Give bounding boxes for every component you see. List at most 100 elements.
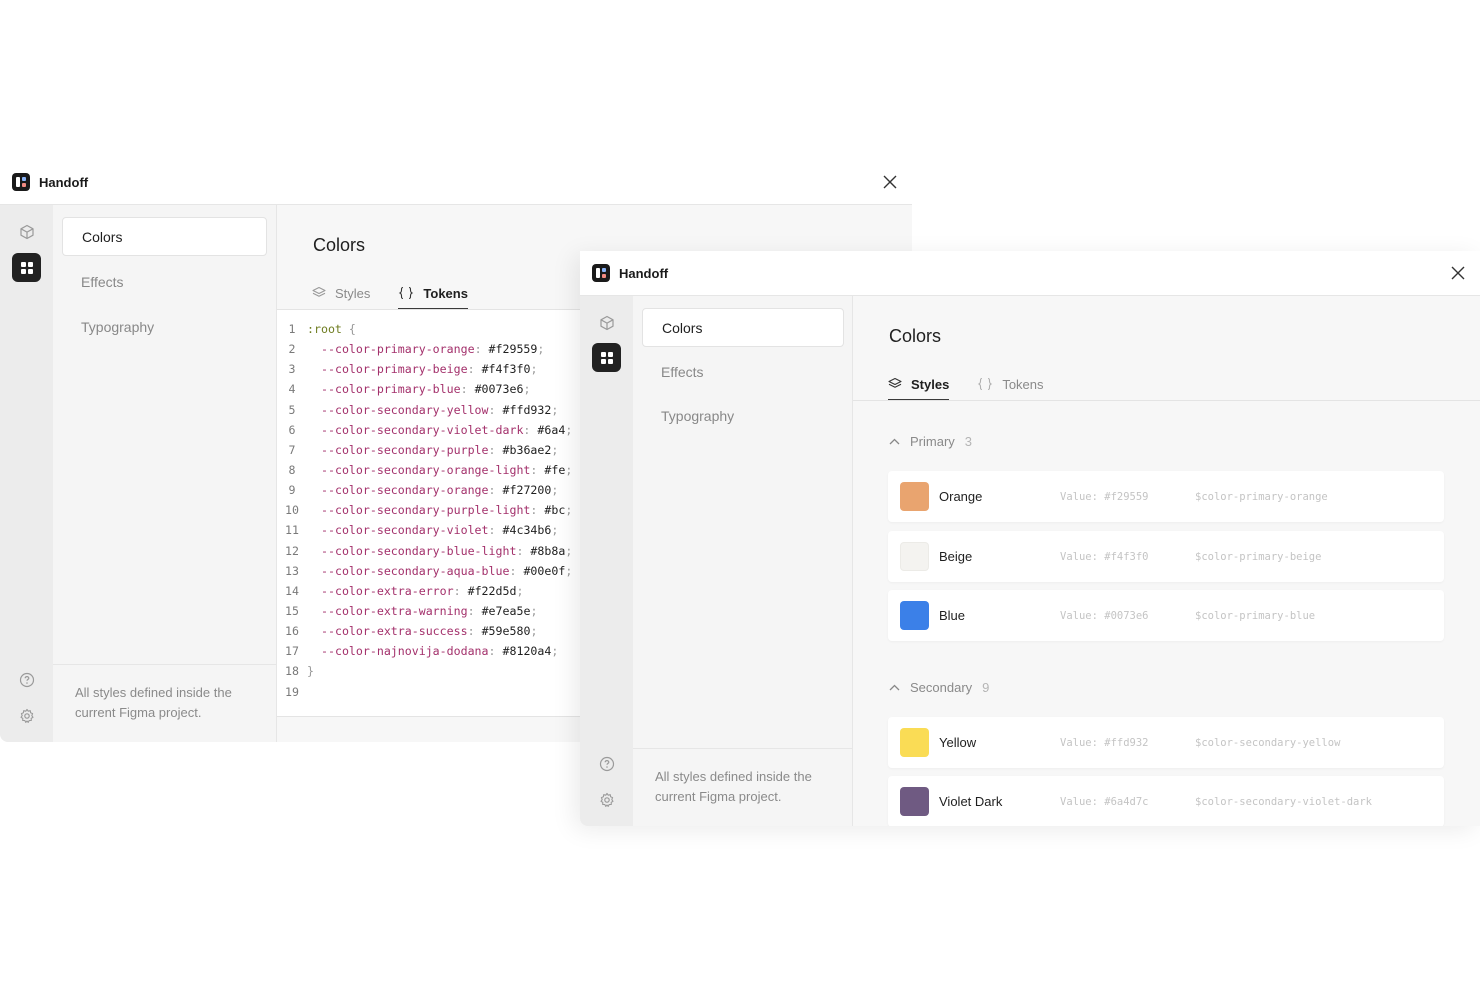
components-button[interactable]	[12, 217, 41, 246]
color-value: Value: #f4f3f0	[1060, 550, 1149, 563]
nav-item-effects[interactable]: Effects	[642, 352, 847, 391]
line-number: 15	[285, 603, 299, 618]
color-variable: $color-primary-beige	[1195, 550, 1322, 563]
settings-button[interactable]	[592, 785, 621, 814]
group-secondary-toggle[interactable]: Secondary 9	[889, 680, 989, 695]
icon-rail	[580, 296, 633, 826]
css-value: #8120a4	[502, 644, 552, 659]
line-number: 11	[285, 523, 299, 538]
css-value: #0073e6	[474, 382, 524, 397]
css-property: --color-extra-success	[321, 624, 468, 639]
css-value: #e7ea5e	[481, 603, 531, 618]
css-property: --color-secondary-violet-dark	[321, 422, 524, 437]
css-property: --color-secondary-violet	[321, 523, 489, 538]
code-text: :root {	[307, 319, 356, 339]
title-bar: Handoff	[580, 251, 1480, 296]
layers-icon	[888, 377, 902, 388]
nav-item-effects[interactable]: Effects	[62, 262, 267, 301]
screenshot-canvas: Handoff Colors Effects Typography All st…	[0, 0, 1480, 987]
code-text: --color-secondary-orange-light: #fe;	[321, 462, 573, 477]
tab-tokens[interactable]: Tokens	[977, 368, 1044, 400]
line-number: 12	[285, 543, 299, 558]
line-number: 9	[288, 483, 296, 498]
nav-item-colors[interactable]: Colors	[62, 217, 267, 256]
css-value: #f29559	[488, 342, 538, 357]
nav-item-typography[interactable]: Typography	[642, 396, 847, 435]
color-swatch	[900, 542, 929, 571]
css-property: --color-primary-beige	[321, 362, 468, 377]
close-button[interactable]	[880, 172, 900, 192]
tab-tokens[interactable]: Tokens	[398, 277, 468, 310]
css-property: --color-secondary-blue-light	[321, 543, 517, 558]
gear-icon	[19, 708, 34, 723]
css-property: --color-secondary-orange	[321, 483, 489, 498]
handoff-logo-icon	[12, 173, 30, 191]
code-text: --color-najnovija-dodana: #8120a4;	[321, 644, 559, 659]
code-text: --color-primary-beige: #f4f3f0;	[321, 362, 538, 377]
code-text: --color-secondary-purple: #b36ae2;	[321, 442, 559, 457]
css-property: --color-secondary-yellow	[321, 402, 489, 417]
line-number: 4	[288, 382, 296, 397]
css-value: #f4f3f0	[481, 362, 531, 377]
color-swatch	[900, 601, 929, 630]
gear-icon	[599, 792, 614, 807]
styles-nav: Colors Effects Typography All styles def…	[53, 205, 277, 742]
line-number: 14	[285, 583, 299, 598]
tab-styles[interactable]: Styles	[888, 368, 950, 401]
color-row[interactable]: Beige Value: #f4f3f0 $color-primary-beig…	[888, 531, 1444, 582]
code-text: --color-secondary-blue-light: #8b8a;	[321, 543, 573, 558]
handoff-window-styles: Handoff Colors Effects Typography All st…	[580, 251, 1480, 826]
color-swatch	[900, 482, 929, 511]
color-row[interactable]: Violet Dark Value: #6a4d7c $color-second…	[888, 776, 1444, 826]
brace-close: }	[307, 664, 314, 679]
grid-icon	[20, 261, 33, 274]
help-icon	[19, 672, 34, 687]
styles-button[interactable]	[592, 343, 621, 372]
color-variable: $color-primary-blue	[1195, 609, 1316, 622]
help-button[interactable]	[592, 749, 621, 778]
tab-styles[interactable]: Styles	[312, 277, 370, 309]
code-text: --color-extra-success: #59e580;	[321, 624, 538, 639]
color-row[interactable]: Blue Value: #0073e6 $color-primary-blue	[888, 590, 1444, 641]
handoff-logo-icon	[592, 264, 610, 282]
color-name: Orange	[939, 489, 983, 504]
color-row[interactable]: Orange Value: #f29559 $color-primary-ora…	[888, 471, 1444, 522]
code-text: --color-extra-error: #f22d5d;	[321, 583, 524, 598]
line-number: 3	[288, 362, 296, 377]
tab-bar: Styles Tokens	[312, 277, 496, 310]
components-button[interactable]	[592, 308, 621, 337]
nav-item-typography[interactable]: Typography	[62, 307, 267, 346]
group-name: Secondary	[910, 680, 973, 695]
css-property: --color-najnovija-dodana	[321, 644, 489, 659]
page-title: Colors	[889, 326, 942, 346]
css-value: #00e0f	[523, 563, 566, 578]
color-variable: $color-secondary-yellow	[1195, 736, 1341, 749]
group-count: 3	[964, 434, 973, 449]
line-number: 7	[288, 442, 296, 457]
settings-button[interactable]	[12, 701, 41, 730]
app-title: Handoff	[619, 265, 669, 281]
icon-rail	[0, 205, 53, 742]
css-value: #f22d5d	[467, 583, 517, 598]
code-text: }	[307, 661, 314, 681]
css-property: --color-secondary-purple-light	[321, 503, 531, 518]
color-row[interactable]: Yellow Value: #ffd932 $color-secondary-y…	[888, 717, 1444, 768]
css-value: #bc	[544, 503, 566, 518]
brace-open: {	[348, 322, 356, 336]
close-button[interactable]	[1448, 263, 1468, 283]
styles-button[interactable]	[12, 253, 41, 282]
css-property: --color-primary-blue	[321, 382, 461, 397]
cube-icon	[599, 315, 614, 330]
color-swatch	[900, 728, 929, 757]
line-number: 19	[285, 684, 299, 699]
group-primary-toggle[interactable]: Primary 3	[889, 434, 972, 449]
tab-divider	[853, 400, 1480, 401]
help-button[interactable]	[12, 665, 41, 694]
color-value: Value: #f29559	[1060, 490, 1149, 503]
css-selector: :root	[307, 322, 342, 336]
line-number: 8	[288, 462, 296, 477]
grid-icon	[600, 351, 613, 364]
nav-item-colors[interactable]: Colors	[642, 308, 844, 347]
line-number: 10	[285, 503, 299, 518]
line-number: 2	[288, 342, 296, 357]
